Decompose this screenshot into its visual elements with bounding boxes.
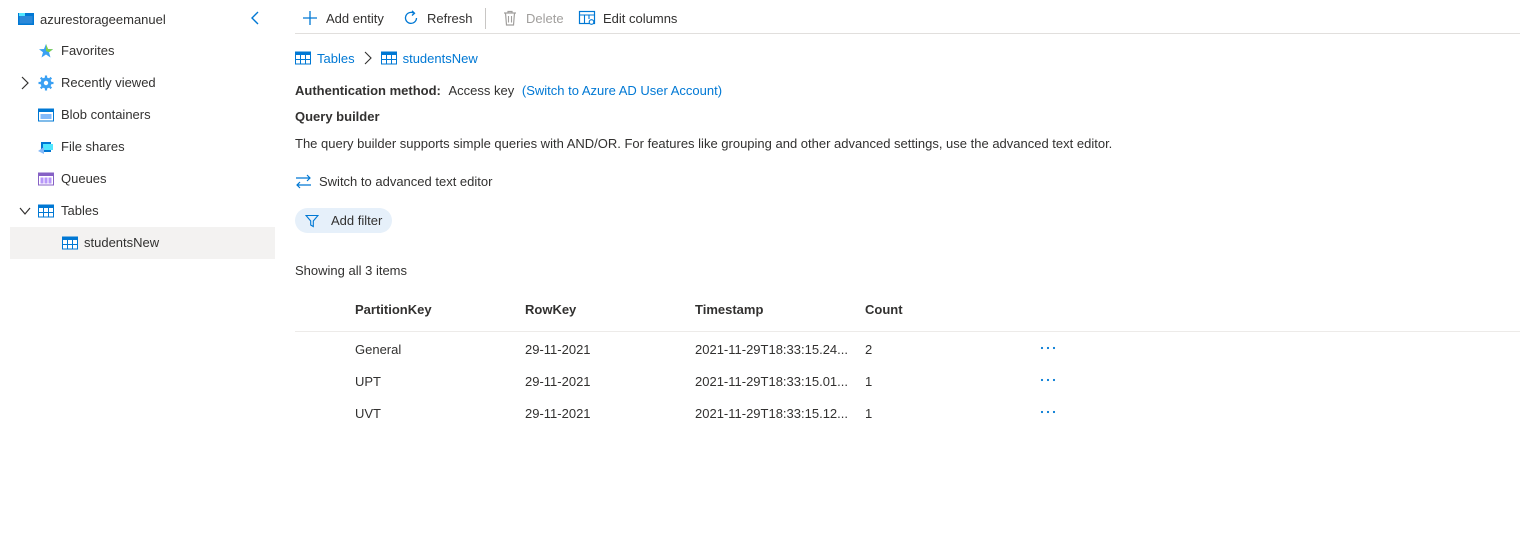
storage-account-header[interactable]: azurestorageemanuel [18,8,275,30]
breadcrumb-studentsnew[interactable]: studentsNew [380,50,478,66]
column-header-timestamp[interactable]: Timestamp [695,302,763,317]
breadcrumb-tables[interactable]: Tables [295,51,355,66]
sidebar-item-label: File shares [61,139,125,154]
sidebar-item-file-shares[interactable]: File shares [10,131,275,163]
sidebar-item-studentsnew[interactable]: studentsNew [10,227,275,259]
add-entity-button[interactable]: Add entity [301,8,384,28]
sidebar: azurestorageemanuel Favorites Recently v… [0,0,285,554]
chevron-right-icon[interactable] [19,76,31,90]
collapse-chevron-left-icon[interactable] [249,10,263,26]
authentication-method: Authentication method: Access key (Switc… [295,83,722,98]
add-filter-button[interactable]: Add filter [295,208,392,233]
gear-icon [38,75,54,91]
column-header-count[interactable]: Count [865,302,903,317]
cell-count: 1 [865,374,873,389]
table-row[interactable]: UPT 29-11-2021 2021-11-29T18:33:15.01...… [295,366,1520,398]
table-row[interactable]: UVT 29-11-2021 2021-11-29T18:33:15.12...… [295,398,1520,430]
delete-button[interactable]: Delete [501,8,564,28]
sidebar-item-label: Tables [61,203,99,218]
toolbar-divider [485,8,486,29]
cell-count: 1 [865,406,873,421]
add-entity-label: Add entity [326,10,384,26]
breadcrumb-label: studentsNew [402,50,478,66]
query-builder-title: Query builder [295,109,380,124]
query-builder-description: The query builder supports simple querie… [295,136,1113,151]
refresh-label: Refresh [427,10,473,26]
filter-icon [305,214,319,227]
delete-label: Delete [526,10,564,26]
table-icon [295,51,311,65]
chevron-right-icon [364,51,372,65]
switch-arrows-icon [296,174,311,188]
cell-partitionkey: UPT [355,374,381,389]
switch-auth-link[interactable]: (Switch to Azure AD User Account) [522,83,722,98]
cell-timestamp: 2021-11-29T18:33:15.12... [695,406,848,421]
sidebar-item-queues[interactable]: Queues [10,163,275,195]
table-icon [38,204,54,218]
results-summary: Showing all 3 items [295,263,407,278]
table-icon [62,236,78,250]
column-header-partitionkey[interactable]: PartitionKey [355,302,432,317]
more-options-icon[interactable] [1038,406,1058,422]
add-filter-label: Add filter [331,213,383,228]
column-header-rowkey[interactable]: RowKey [525,302,576,317]
edit-columns-icon [578,10,596,25]
storage-account-icon [18,13,34,25]
refresh-button[interactable]: Refresh [402,8,473,28]
chevron-down-icon[interactable] [19,204,31,218]
sidebar-item-label: Blob containers [61,107,151,122]
cell-partitionkey: General [355,342,402,357]
sidebar-item-favorites[interactable]: Favorites [10,35,275,67]
sidebar-item-label: Recently viewed [61,75,156,90]
sidebar-item-blob-containers[interactable]: Blob containers [10,99,275,131]
table-row[interactable]: General 29-11-2021 2021-11-29T18:33:15.2… [295,334,1520,366]
star-icon [39,44,53,58]
cell-rowkey: 29-11-2021 [525,342,591,357]
sidebar-item-recently-viewed[interactable]: Recently viewed [10,67,275,99]
file-share-icon [38,142,53,154]
cell-rowkey: 29-11-2021 [525,374,591,389]
switch-advanced-editor-button[interactable]: Switch to advanced text editor [295,172,492,190]
blob-container-icon [38,108,54,122]
entities-table: PartitionKey RowKey Timestamp Count Gene… [295,294,1520,428]
sidebar-item-tables[interactable]: Tables [10,195,275,227]
cell-rowkey: 29-11-2021 [525,406,591,421]
edit-columns-button[interactable]: Edit columns [578,8,677,28]
cell-count: 2 [865,342,873,357]
cell-partitionkey: UVT [355,406,381,421]
edit-columns-label: Edit columns [603,10,678,26]
trash-icon [504,10,516,26]
plus-icon [303,11,317,25]
breadcrumb: Tables studentsNew [295,49,478,67]
table-icon [380,51,397,65]
more-options-icon[interactable] [1038,342,1058,358]
table-header: PartitionKey RowKey Timestamp Count [295,294,1520,332]
sidebar-item-label: Queues [61,171,107,186]
refresh-icon [404,10,418,24]
cell-timestamp: 2021-11-29T18:33:15.24... [695,342,848,357]
sidebar-item-label: Favorites [61,43,115,58]
switch-advanced-label: Switch to advanced text editor [319,173,493,189]
command-bar: Add entity Refresh Delete Edit columns [295,0,1520,34]
cell-timestamp: 2021-11-29T18:33:15.01... [695,374,848,389]
auth-method-value: Access key [448,83,515,98]
sidebar-item-label: studentsNew [84,235,160,250]
queue-icon [38,172,54,186]
auth-method-label: Authentication method: [295,83,441,98]
breadcrumb-label: Tables [317,50,355,66]
more-options-icon[interactable] [1038,374,1058,390]
storage-account-name: azurestorageemanuel [40,11,166,27]
